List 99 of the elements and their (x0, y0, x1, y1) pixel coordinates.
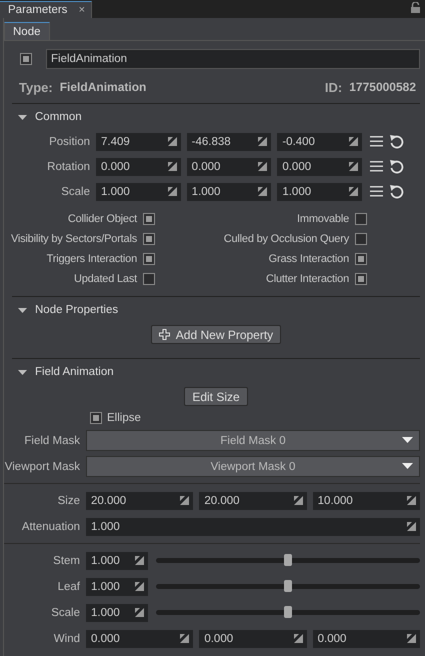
checkbox[interactable] (143, 273, 155, 285)
number-field[interactable]: 1.000 (86, 578, 148, 596)
field-label: Stem (52, 554, 80, 566)
corner-arrow-icon[interactable] (406, 634, 416, 643)
corner-arrow-icon[interactable] (407, 522, 416, 531)
type-value: FieldAnimation (60, 80, 146, 94)
plus-icon[interactable] (158, 329, 170, 340)
checkbox-label: Ellipse (107, 412, 141, 424)
checkbox[interactable] (355, 273, 367, 285)
checkbox-label: Culled by Occlusion Query (224, 233, 349, 245)
field-label: Leaf (56, 580, 80, 592)
corner-arrow-icon[interactable] (294, 496, 303, 505)
checkbox[interactable] (143, 253, 155, 265)
field-label: Field Mask (23, 434, 80, 446)
checkbox[interactable] (143, 213, 155, 225)
checkbox-label: Updated Last (74, 273, 137, 285)
number-field[interactable]: 1.000 (86, 604, 148, 622)
corner-arrow-icon[interactable] (168, 162, 177, 171)
mask-dropdown[interactable]: Viewport Mask 0 (86, 456, 420, 477)
number-field[interactable]: 20.000 (199, 492, 307, 510)
checkbox-label: Immovable (297, 213, 349, 225)
lock-icon[interactable] (411, 2, 420, 13)
corner-arrow-icon[interactable] (135, 556, 144, 565)
number-field[interactable]: 1.000 (86, 552, 148, 570)
collapse-arrow-icon[interactable] (18, 368, 27, 376)
slider-thumb[interactable] (284, 606, 292, 618)
corner-arrow-icon[interactable] (406, 496, 416, 505)
menu-icon[interactable] (370, 136, 383, 147)
checkbox-label: Collider Object (68, 213, 137, 225)
corner-arrow-icon[interactable] (349, 162, 358, 171)
number-field[interactable]: 1.000 (186, 182, 272, 200)
reset-icon[interactable] (389, 159, 404, 174)
number-field[interactable]: 1.000 (277, 182, 362, 200)
number-field[interactable]: 0.000 (199, 630, 307, 648)
corner-arrow-icon[interactable] (258, 137, 268, 146)
number-field[interactable]: 1.000 (96, 182, 181, 200)
section-header[interactable]: Common (12, 104, 420, 130)
number-field[interactable]: 0.000 (277, 158, 362, 176)
field-label: Attenuation (20, 520, 80, 532)
checkbox-label: Triggers Interaction (46, 253, 137, 265)
number-field[interactable]: 1.000 (86, 518, 420, 536)
corner-arrow-icon[interactable] (168, 137, 177, 146)
collapse-arrow-icon[interactable] (18, 306, 27, 314)
field-label: Scale (60, 186, 90, 198)
checkbox-label: Clutter Interaction (266, 273, 349, 285)
dropdown-arrow-icon[interactable] (402, 437, 413, 443)
id-label: ID: (324, 80, 342, 94)
corner-arrow-icon[interactable] (180, 496, 190, 505)
slider-thumb[interactable] (284, 554, 292, 566)
number-field[interactable]: 0.000 (312, 630, 420, 648)
corner-arrow-icon[interactable] (294, 634, 303, 643)
field-label: Scale (50, 606, 80, 618)
id-value: 1775000582 (349, 80, 416, 94)
add-property-button[interactable]: Add New Property (150, 325, 282, 344)
field-label: Viewport Mask (4, 460, 80, 472)
corner-arrow-icon[interactable] (349, 187, 358, 196)
collapse-arrow-icon[interactable] (18, 114, 27, 120)
number-field[interactable]: 7.409 (96, 132, 181, 150)
edit-size-button[interactable]: Edit Size (184, 387, 248, 406)
checkbox[interactable] (143, 233, 155, 245)
panel-tab[interactable]: Parameters × (0, 1, 92, 18)
mask-dropdown[interactable]: Field Mask 0 (86, 430, 420, 451)
checkbox[interactable] (90, 412, 102, 424)
field-label: Wind (52, 632, 80, 644)
corner-arrow-icon[interactable] (180, 634, 190, 643)
reset-icon[interactable] (389, 184, 404, 199)
section-header[interactable]: Node Properties (12, 297, 420, 323)
number-field[interactable]: -0.400 (277, 132, 362, 150)
number-field[interactable]: 0.000 (86, 630, 194, 648)
checkbox[interactable] (355, 233, 367, 245)
number-field[interactable]: 20.000 (86, 492, 194, 510)
checkbox-label: Visibility by Sectors/Portals (10, 233, 137, 245)
field-label: Position (48, 136, 90, 148)
menu-icon[interactable] (370, 161, 383, 172)
number-field[interactable]: 0.000 (96, 158, 181, 176)
reset-icon[interactable] (389, 134, 404, 149)
type-label: Type: (19, 80, 53, 94)
menu-icon[interactable] (370, 186, 383, 197)
close-button[interactable]: × (78, 4, 85, 16)
corner-arrow-icon[interactable] (258, 162, 268, 171)
field-label: Rotation (46, 160, 90, 172)
field-label: Size (56, 494, 80, 506)
checkbox[interactable] (20, 53, 32, 65)
corner-arrow-icon[interactable] (258, 187, 268, 196)
corner-arrow-icon[interactable] (135, 608, 144, 617)
tab[interactable]: Node (4, 22, 50, 40)
corner-arrow-icon[interactable] (168, 187, 177, 196)
section-header[interactable]: Field Animation (12, 359, 420, 385)
slider-thumb[interactable] (284, 580, 292, 592)
corner-arrow-icon[interactable] (349, 137, 358, 146)
number-field[interactable]: 0.000 (186, 158, 272, 176)
corner-arrow-icon[interactable] (135, 582, 144, 591)
number-field[interactable]: -46.838 (186, 132, 272, 150)
checkbox-label: Grass Interaction (268, 253, 349, 265)
number-field[interactable]: 10.000 (312, 492, 420, 510)
name-field[interactable]: FieldAnimation (46, 49, 420, 69)
checkbox[interactable] (355, 253, 367, 265)
checkbox[interactable] (355, 213, 367, 225)
dropdown-arrow-icon[interactable] (402, 463, 413, 469)
